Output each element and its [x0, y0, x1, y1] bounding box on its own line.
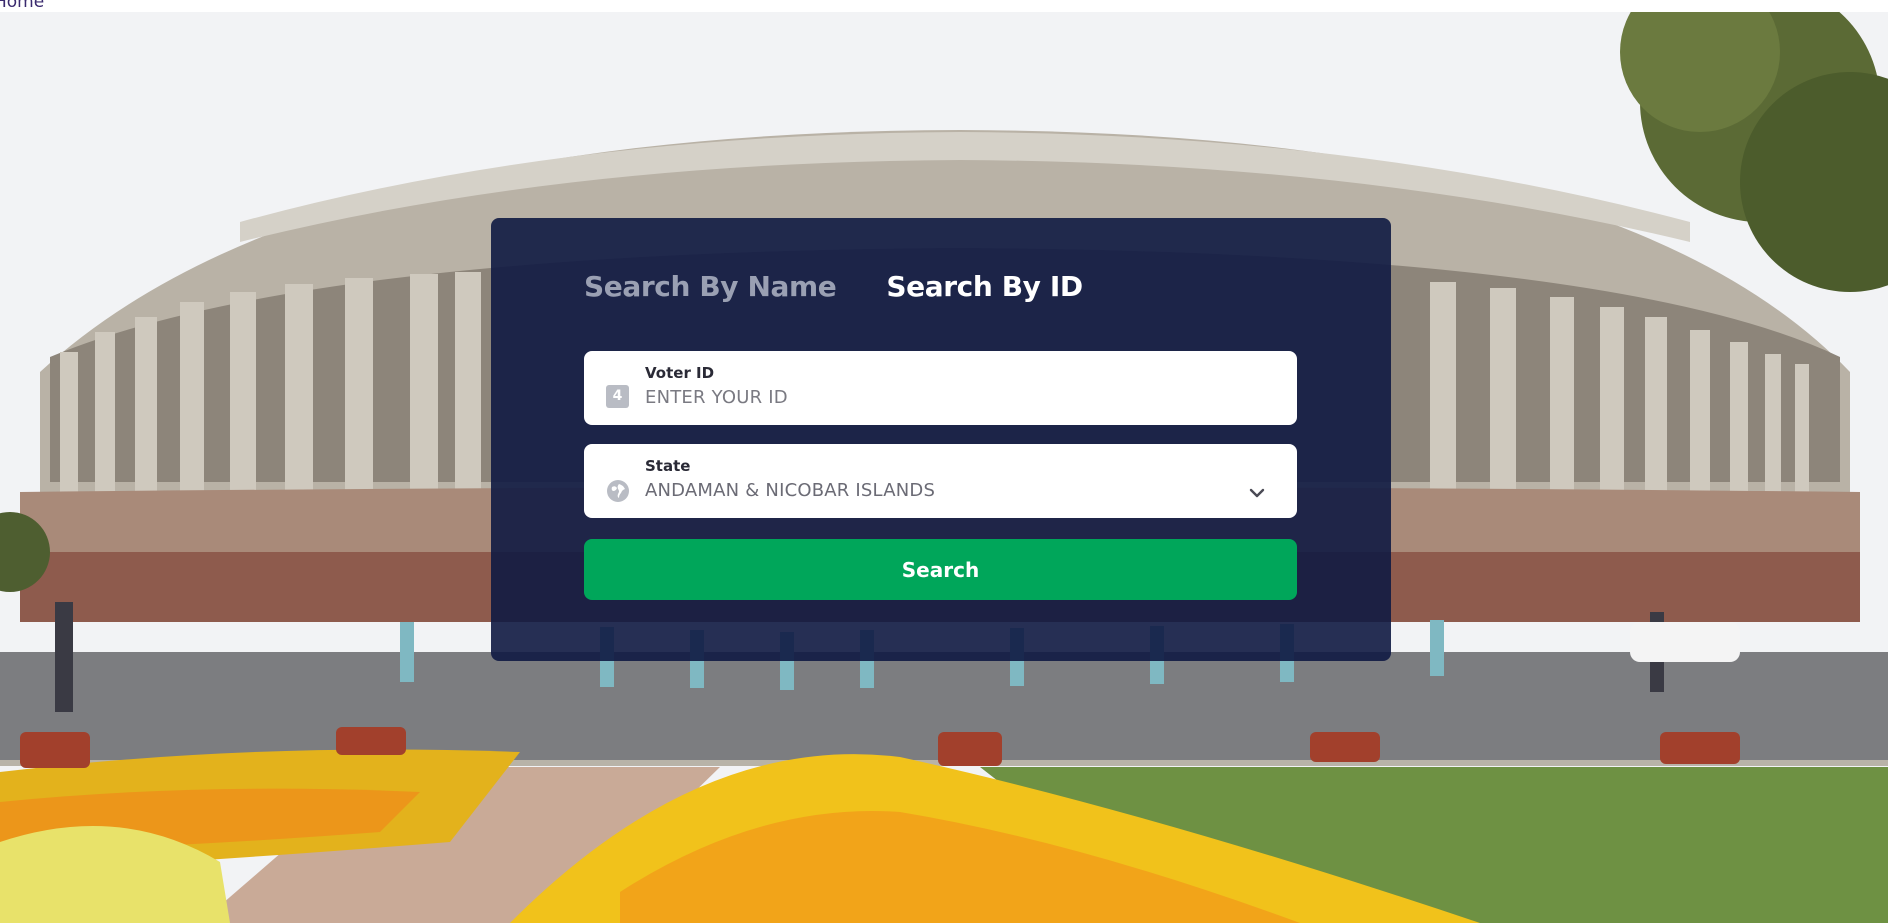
globe-icon	[607, 480, 629, 502]
voter-id-label: Voter ID	[645, 364, 715, 382]
id-card-icon: 4	[606, 385, 629, 408]
tab-search-by-name[interactable]: Search By Name	[584, 270, 837, 303]
search-card: Search By Name Search By ID 4 Voter ID S…	[491, 218, 1391, 661]
home-link[interactable]: Home	[0, 0, 44, 12]
state-select-value: ANDAMAN & NICOBAR ISLANDS	[645, 480, 936, 501]
state-select[interactable]: State ANDAMAN & NICOBAR ISLANDS	[584, 444, 1297, 518]
state-label: State	[645, 457, 691, 475]
voter-id-input[interactable]	[645, 387, 1245, 408]
search-button[interactable]: Search	[584, 539, 1297, 600]
voter-id-field[interactable]: 4 Voter ID	[584, 351, 1297, 425]
search-tabs: Search By Name Search By ID	[584, 270, 1083, 303]
tab-search-by-id[interactable]: Search By ID	[886, 270, 1083, 303]
chevron-down-icon[interactable]	[1249, 488, 1265, 498]
